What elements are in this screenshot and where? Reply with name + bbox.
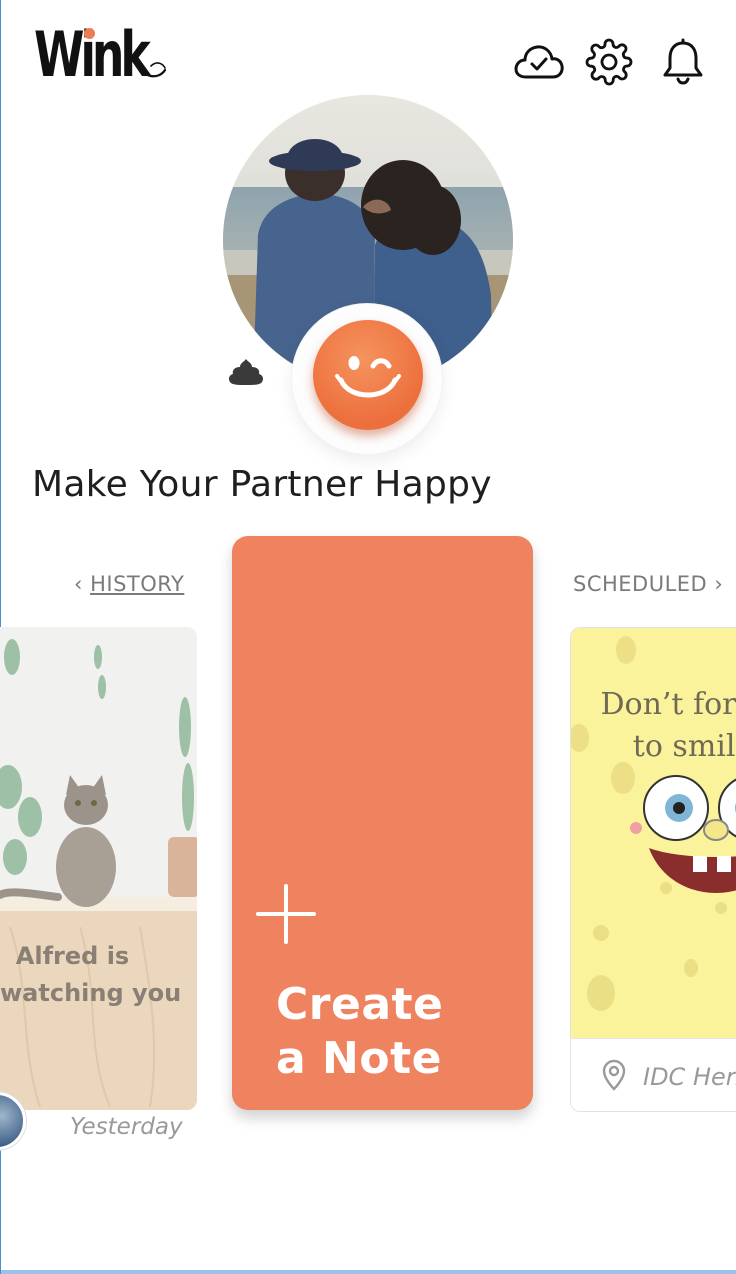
send-wink-button[interactable] bbox=[313, 320, 423, 430]
history-card-date: Yesterday bbox=[70, 1114, 183, 1140]
scheduled-label: SCHEDULED bbox=[573, 572, 708, 596]
scheduled-location-row: IDC Herzliya bbox=[571, 1038, 736, 1111]
gear-icon bbox=[585, 38, 633, 86]
chevron-right-icon: › bbox=[707, 572, 724, 596]
cloud-sync-button[interactable] bbox=[513, 38, 565, 86]
location-pin-icon bbox=[602, 1059, 626, 1091]
wink-face-icon bbox=[335, 356, 401, 398]
logo-swoosh bbox=[139, 62, 167, 78]
spongebob-image: Don’t forget to smile bbox=[571, 628, 736, 1038]
create-note-label: Create a Note bbox=[276, 979, 444, 1084]
notifications-button[interactable] bbox=[657, 38, 709, 86]
scheduled-card-caption: Don’t forget to smile bbox=[600, 687, 736, 764]
history-note-card[interactable] bbox=[0, 627, 197, 1110]
bell-icon bbox=[663, 38, 703, 85]
logo-dot bbox=[84, 28, 95, 39]
cloud-check-icon bbox=[514, 45, 564, 79]
cat-photo-image bbox=[0, 627, 197, 1110]
scheduled-link[interactable]: SCHEDULED › bbox=[573, 572, 723, 596]
scheduled-note-card[interactable]: Don’t forget to smile IDC Herzliya bbox=[570, 627, 736, 1112]
window-border-bottom bbox=[0, 1270, 736, 1274]
history-card-caption: Alfred is watching you bbox=[0, 942, 181, 1007]
app-logo: Wink bbox=[34, 22, 174, 92]
page-headline: Make Your Partner Happy bbox=[32, 464, 492, 505]
plus-icon bbox=[256, 884, 316, 944]
scheduled-card-location: IDC Herzliya bbox=[643, 1063, 736, 1091]
history-link[interactable]: ‹ HISTORY bbox=[74, 572, 184, 596]
chevron-left-icon: ‹ bbox=[74, 572, 91, 596]
settings-button[interactable] bbox=[583, 38, 635, 86]
poop-mood-icon bbox=[229, 359, 263, 385]
create-note-button[interactable]: Create a Note bbox=[232, 536, 533, 1110]
history-label: HISTORY bbox=[90, 572, 185, 596]
